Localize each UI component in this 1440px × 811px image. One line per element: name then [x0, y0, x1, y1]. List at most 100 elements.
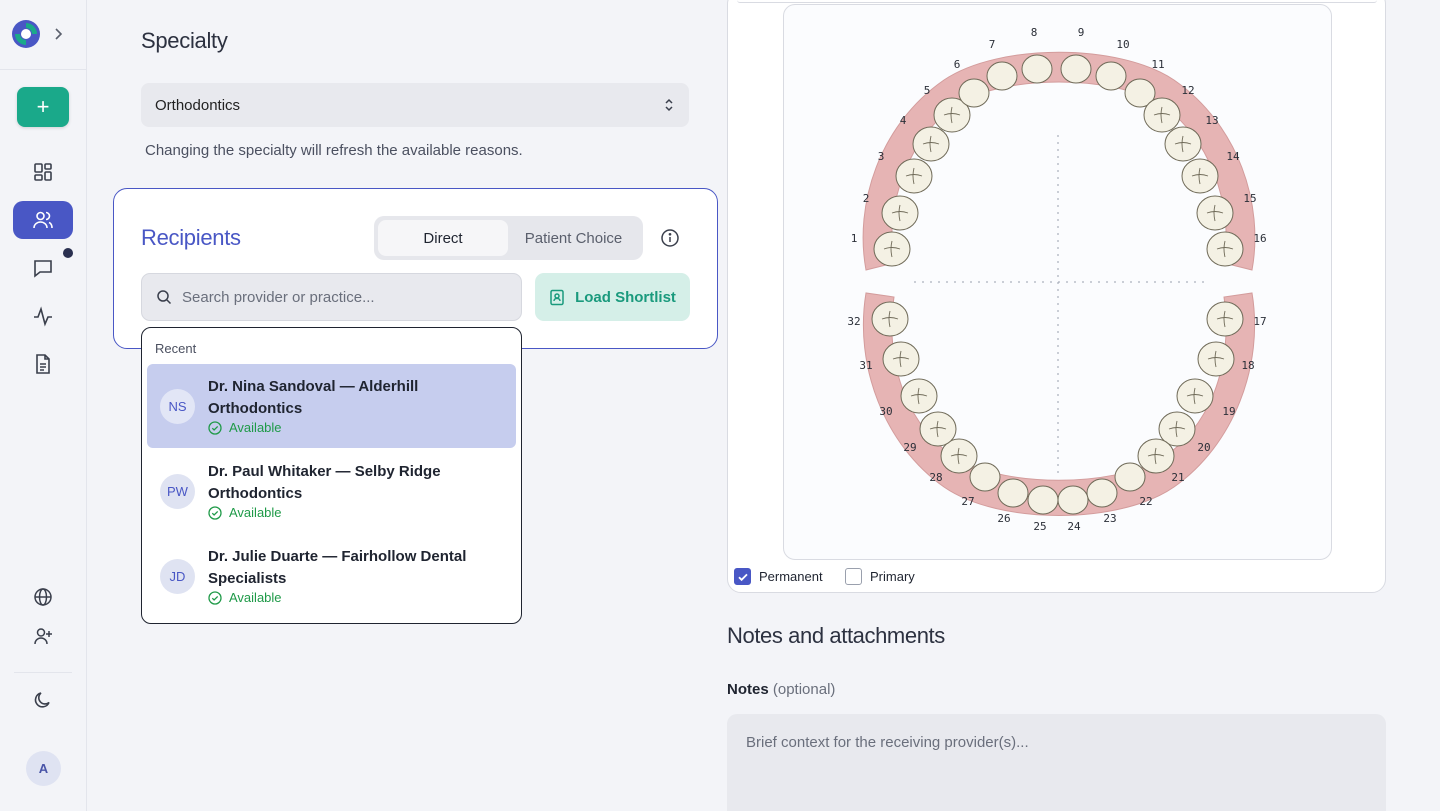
specialty-hint: Changing the specialty will refresh the … — [145, 142, 523, 159]
info-icon[interactable] — [660, 228, 680, 248]
new-referral-button[interactable]: + — [17, 87, 69, 127]
tooth-number-label: 27 — [961, 495, 974, 508]
notes-optional: (optional) — [772, 681, 836, 698]
recipients-card: Recipients Direct Patient Choice Load Sh… — [113, 188, 718, 349]
permanent-label: Permanent — [759, 569, 823, 584]
provider-name: Dr. Nina Sandoval — Alderhill Orthodonti… — [208, 378, 419, 417]
globe-icon — [34, 588, 52, 606]
tooth-3[interactable] — [895, 158, 933, 194]
tooth-number-label: 16 — [1253, 232, 1266, 245]
tooth-6[interactable] — [958, 78, 990, 108]
mode-patient-choice-button[interactable]: Patient Choice — [508, 220, 639, 256]
tooth-number-label: 1 — [851, 232, 858, 245]
tooth-18[interactable] — [1197, 341, 1235, 377]
nav-language[interactable] — [13, 578, 73, 616]
provider-option[interactable]: JD Dr. Julie Duarte — Fairhollow Dental … — [147, 534, 516, 618]
provider-option[interactable]: PW Dr. Paul Whitaker — Selby Ridge Ortho… — [147, 449, 516, 533]
check-circle-icon — [208, 590, 222, 605]
specialty-select[interactable]: Orthodontics — [141, 83, 689, 127]
tooth-21[interactable] — [1137, 438, 1175, 474]
dropdown-section-label: Recent — [155, 341, 197, 356]
load-shortlist-button[interactable]: Load Shortlist — [535, 273, 690, 321]
tooth-10[interactable] — [1095, 61, 1127, 91]
mode-direct-button[interactable]: Direct — [378, 220, 508, 256]
chevron-up-down-icon — [665, 98, 673, 112]
tooth-number-label: 28 — [929, 471, 942, 484]
tooth-number-label: 15 — [1243, 192, 1256, 205]
tooth-31[interactable] — [882, 341, 920, 377]
provider-option[interactable]: NS Dr. Nina Sandoval — Alderhill Orthodo… — [147, 364, 516, 448]
availability-status: Available — [208, 590, 282, 605]
tooth-number-label: 12 — [1181, 84, 1194, 97]
chevron-right-icon[interactable] — [52, 25, 66, 43]
recipient-mode-toggle: Direct Patient Choice — [374, 216, 643, 260]
tooth-29[interactable] — [919, 411, 957, 447]
tooth-1[interactable] — [873, 231, 911, 267]
tooth-17[interactable] — [1206, 301, 1244, 337]
tooth-2[interactable] — [881, 195, 919, 231]
tooth-number-label: 2 — [863, 192, 870, 205]
tooth-13[interactable] — [1164, 126, 1202, 162]
message-icon — [34, 260, 52, 278]
nav-activity[interactable] — [13, 297, 73, 335]
notes-heading: Notes and attachments — [727, 623, 945, 648]
tooth-26[interactable] — [997, 478, 1029, 508]
tooth-number-label: 18 — [1241, 359, 1254, 372]
tooth-7[interactable] — [986, 61, 1018, 91]
tooth-number-label: 11 — [1151, 58, 1164, 71]
tooth-9[interactable] — [1060, 54, 1092, 84]
permanent-toggle[interactable]: Permanent — [734, 568, 823, 585]
chart-header-edge — [737, 0, 1377, 3]
tooth-number-label: 6 — [954, 58, 961, 71]
tooth-4[interactable] — [912, 126, 950, 162]
nav-patients[interactable] — [13, 201, 73, 239]
tooth-number-label: 26 — [997, 512, 1010, 525]
tooth-22[interactable] — [1114, 462, 1146, 492]
tooth-number-label: 24 — [1067, 520, 1081, 533]
tooth-12[interactable] — [1143, 97, 1181, 133]
tooth-number-label: 29 — [903, 441, 916, 454]
app-logo-icon[interactable] — [11, 19, 41, 49]
provider-name: Dr. Julie Duarte — Fairhollow Dental Spe… — [208, 548, 467, 587]
tooth-27[interactable] — [969, 462, 1001, 492]
tooth-32[interactable] — [871, 301, 909, 337]
availability-label: Available — [229, 505, 282, 520]
tooth-16[interactable] — [1206, 231, 1244, 267]
tooth-19[interactable] — [1176, 378, 1214, 414]
tooth-24[interactable] — [1057, 485, 1089, 515]
primary-checkbox[interactable] — [845, 568, 862, 585]
document-icon — [36, 354, 50, 374]
tooth-number-label: 20 — [1197, 441, 1210, 454]
primary-toggle[interactable]: Primary — [845, 568, 915, 585]
tooth-chart-diagram: 12345678 91011121314151617181920212223242… — [847, 26, 1266, 533]
provider-search-input[interactable] — [182, 288, 502, 306]
provider-suggestions-dropdown: Recent NS Dr. Nina Sandoval — Alderhill … — [141, 327, 522, 624]
tooth-number-label: 25 — [1033, 520, 1046, 533]
add-user-icon — [34, 628, 52, 645]
tooth-number-label: 21 — [1171, 471, 1184, 484]
tooth-30[interactable] — [900, 378, 938, 414]
tooth-14[interactable] — [1181, 158, 1219, 194]
tooth-15[interactable] — [1196, 195, 1234, 231]
activity-icon — [34, 306, 52, 327]
notes-textarea[interactable] — [727, 714, 1386, 811]
theme-toggle[interactable] — [13, 681, 73, 719]
specialty-heading: Specialty — [141, 28, 228, 53]
permanent-checkbox[interactable] — [734, 568, 751, 585]
user-avatar[interactable]: A — [26, 751, 61, 786]
tooth-23[interactable] — [1086, 478, 1118, 508]
moon-icon — [34, 692, 50, 708]
tooth-number-label: 31 — [859, 359, 872, 372]
nav-dashboard[interactable] — [13, 153, 73, 191]
avatar: PW — [160, 474, 195, 509]
provider-search — [141, 273, 522, 321]
tooth-number-label: 22 — [1139, 495, 1152, 508]
tooth-number-label: 30 — [879, 405, 892, 418]
nav-documents[interactable] — [13, 345, 73, 383]
check-circle-icon — [208, 420, 222, 435]
users-icon — [33, 211, 53, 229]
tooth-8[interactable] — [1021, 54, 1053, 84]
contact-book-icon — [550, 289, 564, 305]
tooth-25[interactable] — [1027, 485, 1059, 515]
nav-invite[interactable] — [13, 617, 73, 655]
